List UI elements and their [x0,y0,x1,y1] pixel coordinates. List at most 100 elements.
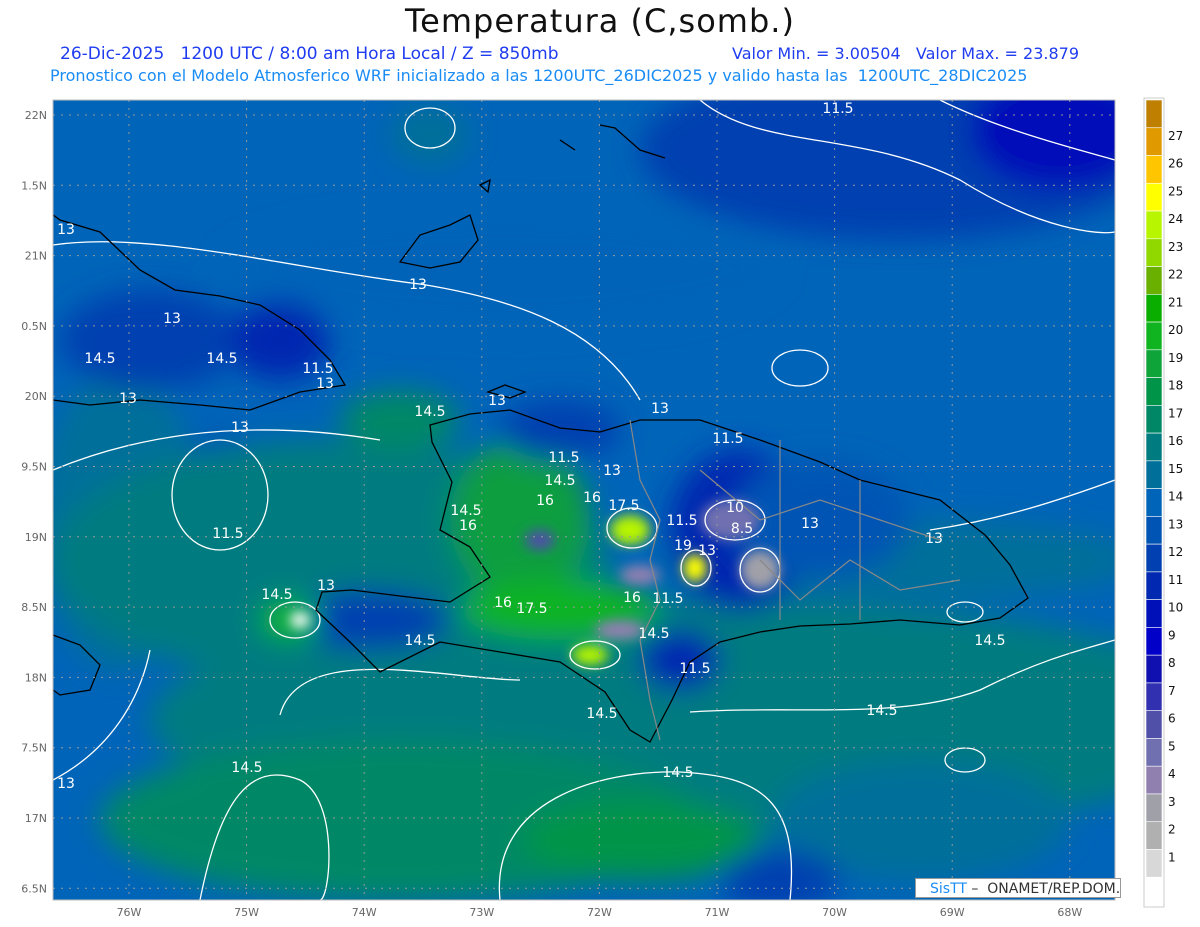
colorbar-label: 6 [1168,712,1176,726]
temperature-shading: 11.513131314.5 14.511.513131314.513 1311.5… [53,100,1115,900]
min-max-values: Valor Min. = 3.00504 Valor Max. = 23.879 [732,44,1080,63]
contour-label: 11.5 [212,526,243,542]
contour-label: 13 [317,578,335,594]
colorbar-label: 7 [1168,684,1176,698]
contour-label: 14.5 [450,503,481,519]
colorbar-label: 4 [1168,767,1176,781]
contour-label: 14.5 [231,760,262,776]
colorbar-label: 1 [1168,850,1176,864]
contour-label: 14.5 [974,633,1005,649]
lat-label: 6.5N [21,882,47,895]
colorbar-swatch [1145,405,1163,434]
forecast-time-line: 26-Dic-2025 1200 UTC / 8:00 am Hora Loca… [60,44,559,64]
contour-label: 13 [57,776,75,792]
contour-label: 19 [674,538,692,554]
colorbar-label: 20 [1168,323,1183,337]
colorbar-swatch [1145,793,1163,823]
colorbar-label: 23 [1168,240,1183,254]
contour-label: 13 [488,393,506,409]
contour-label: 13 [603,463,621,479]
map-title: Temperatura (C,somb.) [405,2,795,40]
lat-label: 20N [25,390,47,403]
contour-label: 13 [409,277,427,293]
contour-label: 14.5 [206,351,237,367]
colorbar-label: 16 [1168,434,1183,448]
colorbar-swatch [1145,654,1163,684]
map-canvas: 11.513131314.5 14.511.513131314.513 1311.5… [21,97,1183,919]
colorbar-label: 19 [1168,351,1183,365]
colorbar-label: 3 [1168,795,1176,809]
colorbar-swatch [1145,821,1163,850]
contour-label: 11.5 [712,431,743,447]
contour-label: 11.5 [302,361,333,377]
lon-label: 68W [1057,906,1082,919]
contour-label: 13 [651,401,669,417]
lat-label: 1.5N [21,179,47,192]
lon-label: 73W [469,906,494,919]
contour-label: 14.5 [638,626,669,642]
colorbar-swatch [1145,432,1163,462]
colorbar-label: 24 [1168,212,1183,226]
lat-label: 21N [25,250,47,263]
colorbar-swatch [1145,266,1163,295]
colorbar-label: 17 [1168,406,1183,420]
contour-label: 11.5 [666,513,697,529]
colorbar-label: 5 [1168,739,1176,753]
lat-label: 18N [25,671,47,684]
contour-label: 14.5 [586,706,617,722]
colorbar-label: 2 [1168,823,1176,837]
contour-label: 14.5 [866,703,897,719]
colorbar-swatch [1145,849,1163,878]
colorbar-swatch [1145,682,1163,711]
contour-label: 10 [726,500,744,516]
colorbar-label: 14 [1168,490,1183,504]
contour-label: 13 [119,391,137,407]
contour-label: 13 [925,531,943,547]
colorbar-swatch [1145,210,1163,240]
weather-map-page: Temperatura (C,somb.) 26-Dic-2025 1200 U… [0,0,1200,927]
colorbar-swatch [1145,238,1163,267]
colorbar-label: 9 [1168,628,1176,642]
contour-label: 14.5 [404,633,435,649]
contour-label: 16 [494,595,512,611]
colorbar-swatch [1145,182,1163,212]
colorbar-label: 15 [1168,462,1183,476]
contour-label: 17.5 [608,498,639,514]
lat-label: 17N [25,812,47,825]
lon-label: 76W [117,906,142,919]
contour-label: 14.5 [84,351,115,367]
colorbar-swatch [1145,127,1163,156]
colorbar-swatch [1145,543,1163,573]
lat-label: 19N [25,531,47,544]
contour-label: 14.5 [414,404,445,420]
lon-label: 71W [705,906,730,919]
colorbar-label: 12 [1168,545,1183,559]
colorbar: 2726252423222120191817161514131211109876… [1143,97,1183,908]
colorbar-swatch [1145,99,1163,129]
contour-label: 11.5 [679,661,710,677]
colorbar-label: 8 [1168,656,1176,670]
contour-label: 14.5 [662,765,693,781]
contour-label: 13 [231,420,249,436]
colorbar-label: 27 [1168,129,1183,143]
watermark: SisTT – ONAMET/REP.DOM. [915,878,1121,898]
lat-label: 22N [25,109,47,122]
lat-label: 0.5N [21,320,47,333]
colorbar-swatch [1145,599,1163,628]
contour-label: 16 [623,590,641,606]
contour-label: 16 [459,518,477,534]
contour-label: 8.5 [731,521,753,537]
colorbar-swatch [1145,349,1163,378]
latitude-labels: 22N 1.5N 21N 0.5N 20N 9.5N 19N 8.5N 18N 7.5N 17N 6.… [21,109,47,895]
watermark-brand: SisTT [930,881,967,897]
colorbar-label: 21 [1168,295,1183,309]
lon-label: 70W [822,906,847,919]
contour-label: 14.5 [261,587,292,603]
colorbar-swatch [1145,377,1163,406]
colorbar-swatch [1145,155,1163,184]
colorbar-label: 13 [1168,517,1183,531]
longitude-labels: 76W 75W 74W 73W 72W 71W 70W 69W 68W [117,906,1083,919]
contour-label: 13 [698,543,716,559]
contour-label: 13 [801,516,819,532]
contour-label: 13 [57,222,75,238]
